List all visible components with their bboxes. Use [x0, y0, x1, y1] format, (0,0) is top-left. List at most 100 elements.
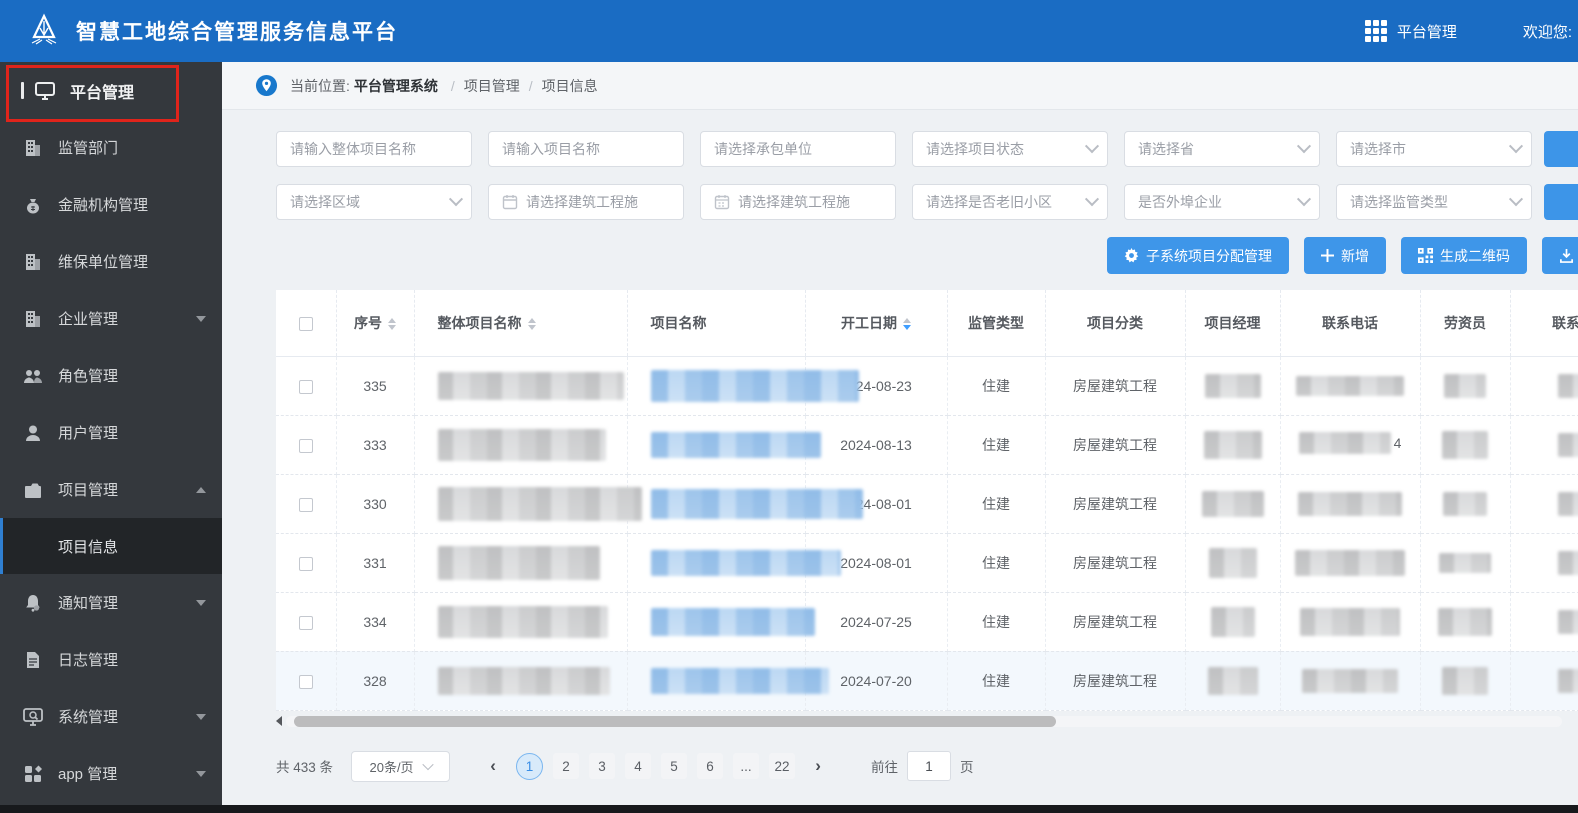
supervision-type-cell: 住建 [947, 533, 1046, 593]
page-button-4[interactable]: 4 [625, 753, 652, 779]
scrollbar-thumb[interactable] [294, 715, 1056, 727]
category-cell: 房屋建筑工程 [1045, 651, 1186, 711]
prev-page-button[interactable]: ‹ [480, 753, 506, 779]
table-row[interactable]: 334 2024-07-25 住建 房屋建筑工程 [276, 592, 1578, 652]
redacted-labor-officer [1438, 607, 1492, 636]
sort-icon-active[interactable] [903, 318, 911, 331]
row-checkbox[interactable] [298, 674, 313, 689]
column-header-start-date[interactable]: 开工日期 [805, 290, 948, 357]
sidebar-item-log-management[interactable]: 日志管理 [0, 631, 222, 688]
generate-qrcode-button[interactable]: 生成二维码 [1401, 237, 1527, 274]
placeholder-text: 是否外埠企业 [1138, 194, 1222, 210]
redacted-overall-name [437, 605, 608, 638]
qrcode-icon [1418, 248, 1433, 263]
supervision-type-select[interactable]: 请选择监管类型 [1336, 184, 1532, 220]
search-button[interactable] [1544, 131, 1578, 167]
sort-icon[interactable] [527, 318, 536, 331]
breadcrumb-root[interactable]: 平台管理系统 [354, 76, 438, 96]
column-header-overall-name[interactable]: 整体项目名称 [414, 290, 628, 357]
page-button-22[interactable]: 22 [769, 753, 796, 779]
sidebar-item-notification-management[interactable]: 通知管理 [0, 574, 222, 631]
redacted-project-name-link[interactable] [650, 488, 863, 519]
row-checkbox[interactable] [298, 615, 313, 630]
redacted-project-name-link[interactable] [650, 607, 815, 636]
sort-icon[interactable] [388, 318, 396, 331]
redacted-project-name-link[interactable] [650, 369, 859, 402]
region-select[interactable]: 请选择区域 [276, 184, 472, 220]
sidebar-item-app-management[interactable]: app 管理 [0, 745, 222, 802]
sidebar-item-system-management[interactable]: 系统管理 [0, 688, 222, 745]
page-button-3[interactable]: 3 [589, 753, 616, 779]
row-checkbox[interactable] [298, 556, 313, 571]
table-row[interactable]: 328 2024-07-20 住建 房屋建筑工程 [276, 651, 1578, 711]
bottom-edge-bar [0, 805, 1578, 813]
sidebar-item-enterprise-management[interactable]: 企业管理 [0, 290, 222, 347]
project-name-input[interactable]: 请输入项目名称 [488, 131, 684, 167]
subsystem-assign-button[interactable]: 子系统项目分配管理 [1107, 237, 1289, 274]
row-checkbox[interactable] [298, 379, 313, 394]
sidebar-item-platform-management[interactable]: 平台管理 [0, 62, 222, 119]
sidebar-item-maintenance-unit[interactable]: 维保单位管理 [0, 233, 222, 290]
old-community-select[interactable]: 请选择是否老旧小区 [912, 184, 1108, 220]
row-checkbox[interactable] [298, 438, 313, 453]
sidebar-item-financial-institution[interactable]: 金融机构管理 [0, 176, 222, 233]
app-grid-icon [21, 764, 45, 784]
redacted-overall-name [437, 428, 606, 461]
row-checkbox[interactable] [298, 497, 313, 512]
sidebar-item-role-management[interactable]: 角色管理 [0, 347, 222, 404]
scroll-left-arrow-icon[interactable] [276, 716, 282, 726]
redacted-project-name-link[interactable] [650, 667, 829, 694]
sidebar-item-project-management[interactable]: 项目管理 [0, 461, 222, 518]
foreign-enterprise-select[interactable]: 是否外埠企业 [1124, 184, 1320, 220]
next-page-button[interactable]: › [805, 753, 831, 779]
redacted-project-name-link[interactable] [650, 431, 821, 458]
seq-cell: 335 [336, 356, 415, 416]
city-select[interactable]: 请选择市 [1336, 131, 1532, 167]
supervision-type-cell: 住建 [947, 474, 1046, 534]
page-button-2[interactable]: 2 [553, 753, 580, 779]
platform-grid-icon[interactable] [1364, 19, 1388, 43]
download-button[interactable]: 下载 [1542, 237, 1578, 274]
jump-page-input[interactable] [907, 751, 952, 781]
placeholder-text: 请选择承包单位 [714, 141, 812, 157]
plus-icon [1321, 249, 1334, 262]
breadcrumb-level1[interactable]: 项目管理 [464, 76, 520, 96]
table-row[interactable]: 331 2024-08-01 住建 房屋建筑工程 [276, 533, 1578, 593]
overall-project-name-input[interactable]: 请输入整体项目名称 [276, 131, 472, 167]
add-button[interactable]: 新增 [1304, 237, 1386, 274]
contractor-input[interactable]: 请选择承包单位 [700, 131, 896, 167]
breadcrumb-level2[interactable]: 项目信息 [542, 76, 598, 96]
column-header-seq[interactable]: 序号 [336, 290, 415, 357]
table-row[interactable]: 330 2024-08-01 住建 房屋建筑工程 [276, 474, 1578, 534]
redacted-project-name-link[interactable] [650, 549, 841, 576]
gear-icon [1124, 248, 1139, 263]
table-row[interactable]: 335 2024-08-23 住建 房屋建筑工程 [276, 356, 1578, 416]
log-document-icon [21, 650, 45, 670]
sidebar-item-user-management[interactable]: 用户管理 [0, 404, 222, 461]
platform-switcher[interactable]: 平台管理 [1397, 21, 1457, 42]
placeholder-text: 请选择建筑工程施 [738, 194, 850, 210]
page-ellipsis[interactable]: ... [733, 753, 760, 779]
redacted-phone2 [1558, 609, 1578, 634]
placeholder-text: 请选择省 [1138, 141, 1194, 157]
total-count: 共 433 条 [276, 760, 334, 775]
sidebar-subitem-project-info[interactable]: 项目信息 [0, 518, 222, 574]
redacted-labor-officer [1442, 666, 1488, 695]
project-status-select[interactable]: 请选择项目状态 [912, 131, 1108, 167]
province-select[interactable]: 请选择省 [1124, 131, 1320, 167]
page-button-5[interactable]: 5 [661, 753, 688, 779]
table-row[interactable]: 333 2024-08-13 住建 房屋建筑工程 4 [276, 415, 1578, 475]
select-all-checkbox[interactable] [298, 316, 313, 331]
calendar-icon [502, 195, 518, 210]
breadcrumb: 当前位置: 平台管理系统 / 项目管理 / 项目信息 [222, 62, 1578, 110]
page-size-select[interactable]: 20条/页 [351, 750, 451, 782]
sidebar-item-supervision-department[interactable]: 监管部门 [0, 119, 222, 176]
page-button-6[interactable]: 6 [697, 753, 724, 779]
construction-end-date-picker[interactable]: 请选择建筑工程施 [700, 184, 896, 220]
redacted-phone [1300, 607, 1400, 636]
reset-button[interactable] [1544, 184, 1578, 220]
page-button-1[interactable]: 1 [516, 752, 544, 780]
construction-start-date-picker[interactable]: 请选择建筑工程施 [488, 184, 684, 220]
scrollbar-track[interactable] [286, 715, 1562, 727]
button-label: 新增 [1341, 247, 1369, 264]
